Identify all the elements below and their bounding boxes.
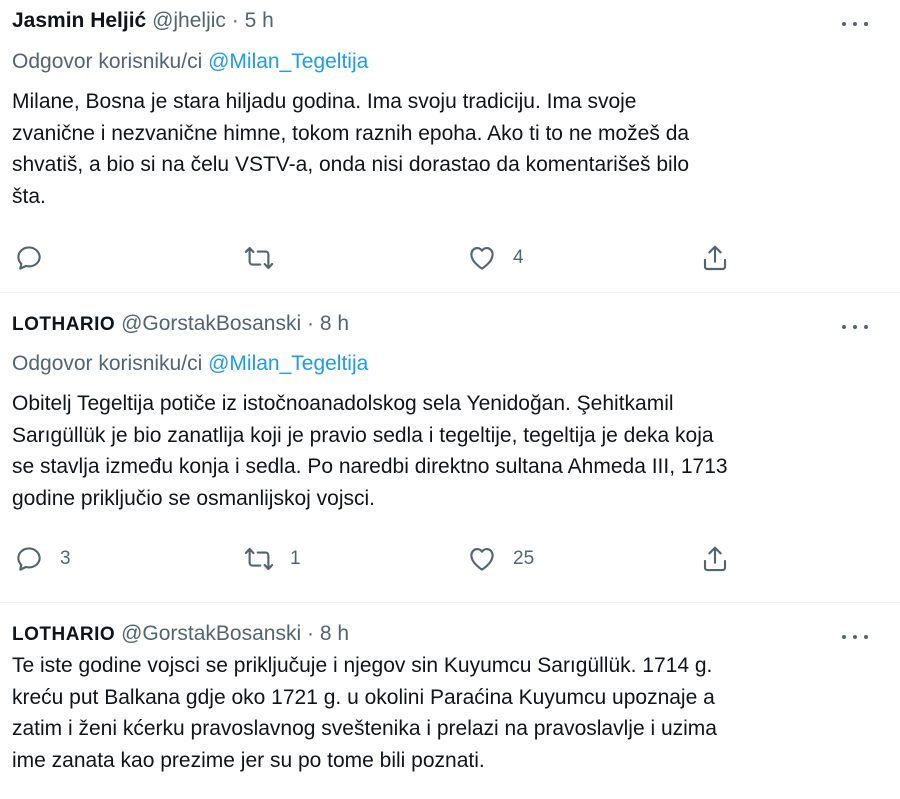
timestamp[interactable]: 8 h [320, 622, 349, 645]
share-button[interactable] [700, 539, 730, 579]
tweet-text-line: ime zanata kao prezime jer su po tome bi… [12, 748, 485, 772]
like-icon [470, 547, 494, 571]
reply-button[interactable]: 3 [14, 539, 71, 579]
like-count: 4 [513, 247, 524, 268]
tweet-actions: 4 [12, 238, 872, 278]
author-name[interactable]: LOTHARIO [12, 314, 115, 335]
reply-icon [17, 246, 41, 270]
tweet-text-line: kreću put Balkana gdje oko 1721 g. u oko… [12, 685, 715, 709]
like-icon [470, 246, 494, 270]
retweet-icon [244, 246, 274, 270]
more-icon[interactable] [840, 14, 870, 34]
timestamp[interactable]: 8 h [320, 312, 349, 335]
more-icon[interactable] [840, 627, 870, 647]
reply-icon [17, 547, 41, 571]
tweet-text-line: zatim i ženi kćerku pravoslavnog svešten… [12, 717, 717, 740]
reply-context: Odgovor korisniku/ci @Milan_Tegeltija [12, 350, 368, 378]
tweet-header: LOTHARIO @GorstakBosanski · 8 h [12, 620, 349, 649]
reply-button[interactable] [14, 238, 60, 278]
reply-context: Odgovor korisniku/ci @Milan_Tegeltija [12, 48, 368, 76]
retweet-count: 1 [290, 548, 301, 569]
author-handle[interactable]: @GorstakBosanski [121, 622, 301, 645]
tweet-text-line: shvatiš, a bio si na čelu VSTV-a, onda n… [12, 153, 690, 176]
tweet-text-line: zvanične i nezvanične himne, tokom razni… [12, 121, 690, 145]
like-count: 25 [513, 548, 535, 569]
author-name[interactable]: LOTHARIO [12, 624, 115, 645]
retweet-icon [244, 547, 274, 571]
tweet[interactable]: Jasmin Heljić @jheljic · 5 h Odgovor kor… [0, 0, 900, 293]
tweet-text: Obitelj Tegeltija potiče iz istočnoanado… [12, 388, 872, 514]
reply-mention[interactable]: @Milan_Tegeltija [208, 50, 368, 73]
reply-mention[interactable]: @Milan_Tegeltija [208, 352, 368, 375]
reply-prefix: Odgovor korisniku/ci [12, 352, 203, 375]
separator: · [306, 622, 314, 645]
share-icon [703, 245, 727, 271]
reply-prefix: Odgovor korisniku/ci [12, 50, 203, 73]
separator: · [306, 312, 314, 335]
more-icon[interactable] [840, 317, 870, 337]
share-icon [703, 546, 727, 572]
tweet-text-line: se stavlja između konja i sedla. Po nare… [12, 455, 728, 478]
tweet-text: Te iste godine vojsci se priključuje i n… [12, 650, 872, 776]
tweet-header: Jasmin Heljić @jheljic · 5 h [12, 7, 274, 35]
tweet-text-line: Sarıgüllük je bio zanatlija koji je prav… [12, 423, 714, 447]
tweet-text-line: Obitelj Tegeltija potiče iz istočnoanado… [12, 392, 674, 415]
share-button[interactable] [700, 238, 730, 278]
tweet-text-line: šta. [12, 184, 46, 208]
tweet-text-line: Milane, Bosna je stara hiljadu godina. I… [12, 90, 637, 113]
tweet-text-line: Te iste godine vojsci se priključuje i n… [12, 654, 713, 677]
tweet-text: Milane, Bosna je stara hiljadu godina. I… [12, 86, 872, 212]
author-handle[interactable]: @GorstakBosanski [121, 312, 301, 335]
tweet[interactable]: LOTHARIO @GorstakBosanski · 8 h Odgovor … [0, 293, 900, 603]
author-handle[interactable]: @jheljic [152, 9, 226, 32]
tweet-text-line: godine priključio se osmanlijskoj vojsci… [12, 486, 375, 510]
tweet[interactable]: LOTHARIO @GorstakBosanski · 8 h Te iste … [0, 603, 900, 799]
like-button[interactable]: 4 [467, 238, 524, 278]
tweet-header: LOTHARIO @GorstakBosanski · 8 h [12, 310, 349, 339]
retweet-button[interactable]: 1 [244, 539, 301, 579]
retweet-button[interactable] [244, 238, 290, 278]
tweet-actions: 3 1 25 [12, 539, 872, 579]
author-name[interactable]: Jasmin Heljić [12, 9, 146, 32]
separator: · [231, 9, 239, 32]
timestamp[interactable]: 5 h [245, 9, 274, 32]
reply-count: 3 [60, 548, 71, 569]
like-button[interactable]: 25 [467, 539, 534, 579]
